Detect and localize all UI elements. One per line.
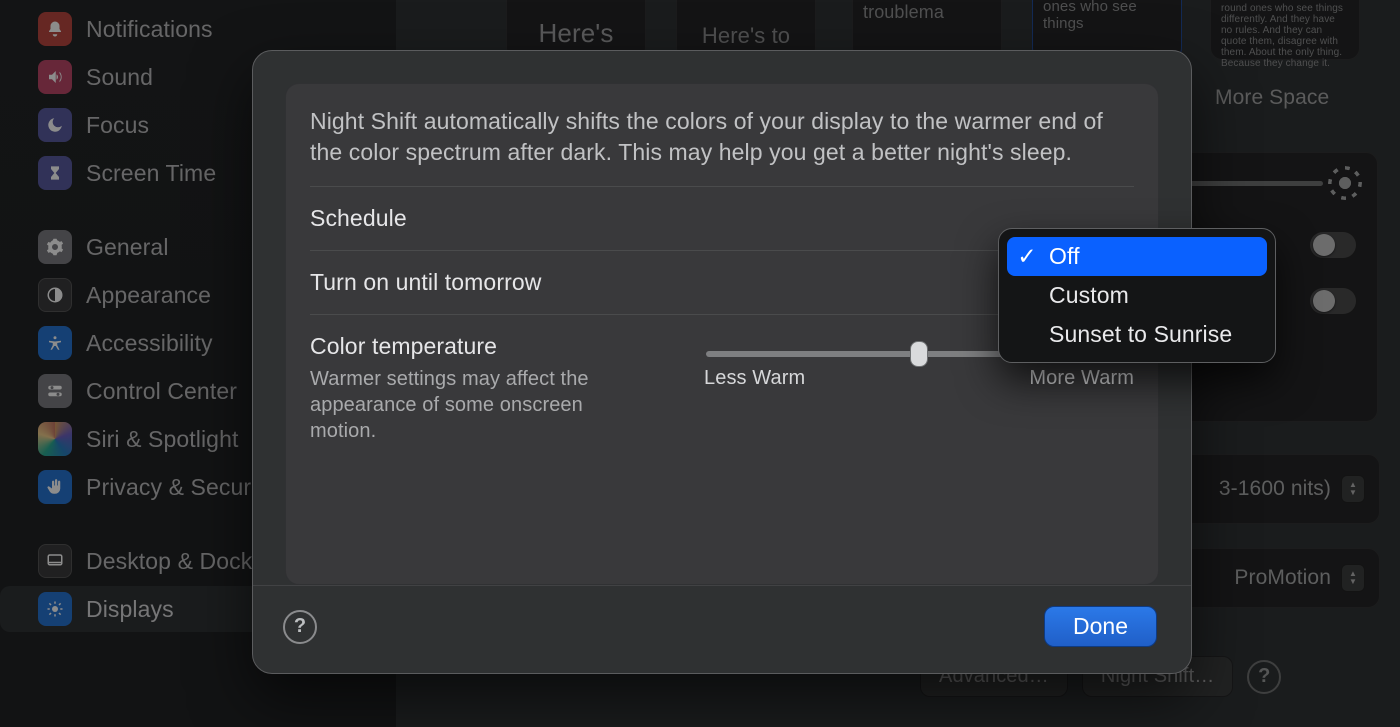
sheet-help-button[interactable]: ?	[283, 610, 317, 644]
sidebar-item-label: Screen Time	[86, 160, 216, 187]
question-icon: ?	[294, 615, 306, 638]
displays-icon	[38, 592, 72, 626]
nits-label: 3-1600 nits)	[1219, 477, 1331, 501]
sidebar-item-label: Appearance	[86, 282, 211, 309]
sidebar-item-notifications[interactable]: Notifications	[0, 6, 396, 52]
sidebar-item-label: Accessibility	[86, 330, 213, 357]
night-shift-description: Night Shift automatically shifts the col…	[310, 106, 1134, 168]
color-temperature-sub: Warmer settings may affect the appearanc…	[310, 366, 650, 444]
schedule-option-off[interactable]: ✓ Off	[1007, 237, 1267, 276]
nits-stepper[interactable]: ▲▼	[1341, 475, 1365, 503]
gear-icon	[38, 230, 72, 264]
schedule-option-custom[interactable]: Custom	[1007, 276, 1267, 315]
hand-icon	[38, 470, 72, 504]
sidebar-item-label: Displays	[86, 596, 174, 623]
promotion-label: ProMotion	[1234, 566, 1331, 590]
toggle-dim[interactable]	[1309, 287, 1357, 315]
checkmark-icon: ✓	[1017, 243, 1037, 270]
sidebar-item-label: Siri & Spotlight	[86, 426, 238, 453]
more-warm-label: More Warm	[1029, 367, 1134, 390]
bell-icon	[38, 12, 72, 46]
sidebar-item-label: Control Center	[86, 378, 237, 405]
turn-on-label: Turn on until tomorrow	[310, 269, 541, 296]
sidebar-item-label: General	[86, 234, 169, 261]
speaker-icon	[38, 60, 72, 94]
sidebar-item-label: Focus	[86, 112, 149, 139]
siri-icon	[38, 422, 72, 456]
schedule-option-sunset[interactable]: Sunset to Sunrise	[1007, 315, 1267, 354]
switches-icon	[38, 374, 72, 408]
sidebar-item-label: Desktop & Dock	[86, 548, 252, 575]
help-button[interactable]: ?	[1247, 660, 1281, 694]
question-icon: ?	[1258, 665, 1270, 688]
sun-icon	[1333, 171, 1357, 195]
toggle-dim[interactable]	[1309, 231, 1357, 259]
color-temperature-label: Color temperature	[310, 333, 650, 360]
slider-thumb[interactable]	[910, 341, 928, 367]
brightness-slider[interactable]	[1189, 181, 1323, 186]
resolution-preview[interactable]: Here's to the crazy ones. The troublemak…	[1210, 0, 1360, 60]
less-warm-label: Less Warm	[704, 367, 805, 390]
promotion-stepper[interactable]: ▲▼	[1341, 564, 1365, 592]
sidebar-item-label: Privacy & Security	[86, 474, 274, 501]
moon-icon	[38, 108, 72, 142]
sidebar-item-label: Sound	[86, 64, 153, 91]
schedule-dropdown-menu: ✓ Off Custom Sunset to Sunrise	[998, 228, 1276, 363]
more-space-label: More Space	[1215, 86, 1329, 110]
dock-icon	[38, 544, 72, 578]
accessibility-icon	[38, 326, 72, 360]
appearance-icon	[38, 278, 72, 312]
hourglass-icon	[38, 156, 72, 190]
schedule-label: Schedule	[310, 205, 407, 232]
done-button[interactable]: Done	[1044, 606, 1157, 647]
sidebar-item-label: Notifications	[86, 16, 213, 43]
